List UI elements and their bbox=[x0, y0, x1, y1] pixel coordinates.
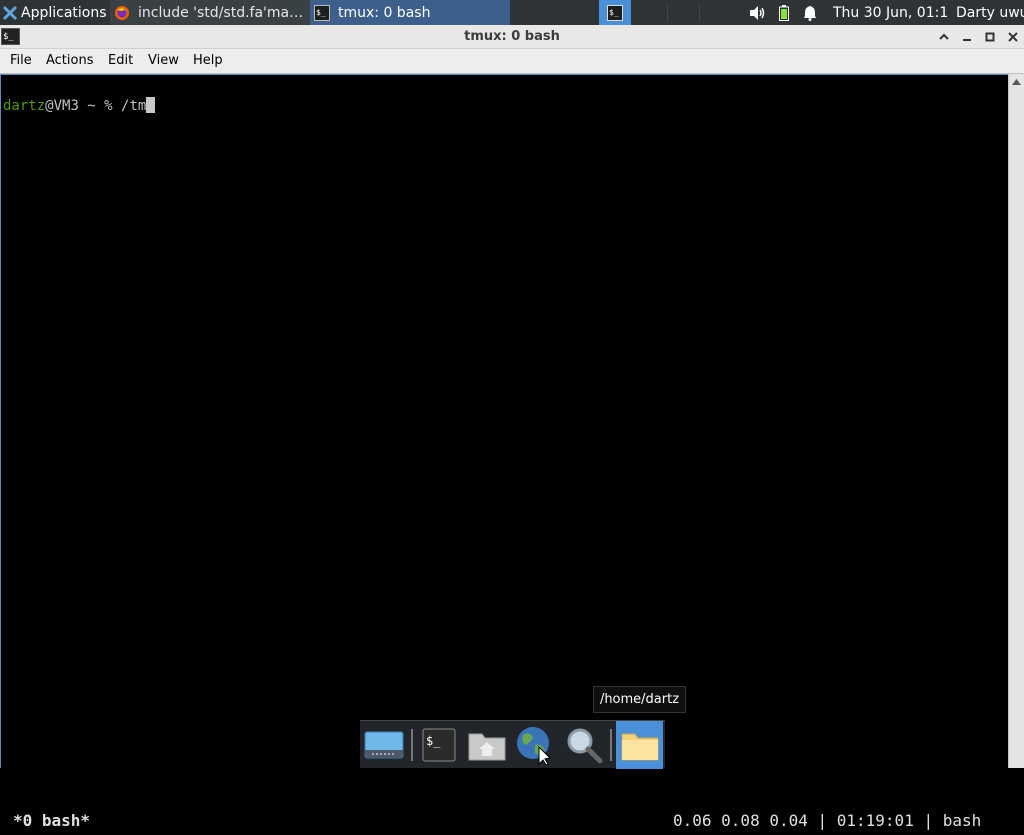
terminal-icon: $_ bbox=[422, 728, 456, 762]
menu-view[interactable]: View bbox=[148, 49, 179, 74]
prompt-line: dartz@VM3 ~ % /tm bbox=[3, 97, 156, 115]
window-titlebar[interactable]: $_ tmux: 0 bash bbox=[0, 25, 1024, 49]
dock-search[interactable] bbox=[562, 723, 606, 767]
file-manager-icon bbox=[621, 733, 658, 761]
volume-icon[interactable] bbox=[748, 0, 768, 25]
minimize-icon bbox=[963, 39, 971, 41]
terminal-icon: $_ bbox=[607, 4, 623, 21]
taskbar-item-label: tmux: 0 bash bbox=[338, 4, 431, 21]
web-browser-icon bbox=[517, 727, 552, 765]
firefox-icon bbox=[115, 5, 129, 20]
notification-bell-icon[interactable] bbox=[802, 0, 818, 25]
window-close-button[interactable] bbox=[1004, 28, 1022, 46]
scrollbar[interactable] bbox=[1008, 74, 1024, 768]
menu-edit[interactable]: Edit bbox=[108, 49, 133, 74]
workspace-separator bbox=[667, 3, 668, 22]
clock[interactable]: Thu 30 Jun, 01:19 bbox=[833, 0, 947, 25]
taskbar-item-firefox[interactable]: include 'std/std.fa'macr... bbox=[110, 0, 310, 25]
battery-icon[interactable] bbox=[778, 0, 790, 25]
top-panel: Applications include 'std/std.fa'macr...… bbox=[0, 0, 1024, 25]
terminal-window: $_ tmux: 0 bash File Actions Edit View H… bbox=[0, 25, 1024, 830]
tmux-window-list: *0 bash* bbox=[13, 811, 91, 830]
prompt-host-path: @VM3 ~ % bbox=[45, 98, 122, 114]
svg-text:$_: $_ bbox=[609, 8, 619, 17]
taskbar-item-label: include 'std/std.fa'macr... bbox=[138, 4, 310, 21]
maximize-icon bbox=[985, 32, 995, 42]
menu-actions[interactable]: Actions bbox=[46, 49, 94, 74]
command-input: /tm bbox=[121, 98, 147, 114]
terminal-icon: $_ bbox=[314, 4, 330, 21]
scroll-up-button[interactable] bbox=[1009, 77, 1024, 87]
dock-web-browser[interactable] bbox=[513, 723, 557, 767]
dock-file-manager[interactable] bbox=[616, 721, 663, 769]
user-menu[interactable]: Darty uwu bbox=[956, 0, 1024, 25]
dock-separator bbox=[411, 729, 413, 761]
svg-text:$_: $_ bbox=[316, 8, 326, 17]
home-folder-icon bbox=[468, 733, 506, 761]
terminal-output[interactable]: dartz@VM3 ~ % /tm *0 bash* 0.06 0.08 0.0… bbox=[0, 74, 1008, 830]
dock: $_ bbox=[360, 720, 665, 769]
prompt-username: dartz bbox=[3, 98, 46, 114]
menu-file[interactable]: File bbox=[10, 49, 32, 74]
window-shade-button[interactable] bbox=[935, 28, 953, 46]
workspace-separator bbox=[699, 3, 700, 22]
workspace-switcher[interactable]: $_ bbox=[599, 0, 631, 25]
arrow-up-icon bbox=[1012, 79, 1021, 85]
bell-icon bbox=[804, 5, 816, 21]
xfce-logo-icon bbox=[2, 5, 18, 20]
dock-tooltip: /home/dartz bbox=[593, 686, 686, 713]
text-cursor bbox=[146, 97, 156, 113]
search-icon bbox=[567, 728, 603, 764]
applications-label: Applications bbox=[21, 4, 107, 21]
window-minimize-button[interactable] bbox=[958, 28, 976, 46]
taskbar-item-tmux[interactable]: $_ tmux: 0 bash bbox=[310, 0, 510, 25]
menu-help[interactable]: Help bbox=[193, 49, 223, 74]
menu-bar: File Actions Edit View Help bbox=[0, 49, 1024, 74]
applications-menu-button[interactable]: Applications bbox=[0, 0, 112, 25]
window-title: tmux: 0 bash bbox=[464, 29, 560, 44]
dock-show-desktop[interactable] bbox=[362, 723, 406, 767]
dock-terminal[interactable]: $_ bbox=[417, 723, 461, 767]
show-desktop-icon bbox=[364, 731, 404, 759]
dock-separator bbox=[610, 729, 612, 761]
dock-home-folder[interactable] bbox=[465, 723, 509, 767]
chevron-up-icon bbox=[939, 33, 949, 40]
speaker-icon bbox=[750, 5, 765, 20]
window-maximize-button[interactable] bbox=[981, 28, 999, 46]
battery-level-icon bbox=[779, 4, 789, 21]
close-icon bbox=[1008, 32, 1018, 42]
svg-text:$_: $_ bbox=[426, 734, 441, 748]
tmux-status-right: 0.06 0.08 0.04 | 01:19:01 | bash bbox=[673, 811, 982, 830]
tmux-status-bar: *0 bash* 0.06 0.08 0.04 | 01:19:01 | bas… bbox=[1, 807, 1009, 835]
